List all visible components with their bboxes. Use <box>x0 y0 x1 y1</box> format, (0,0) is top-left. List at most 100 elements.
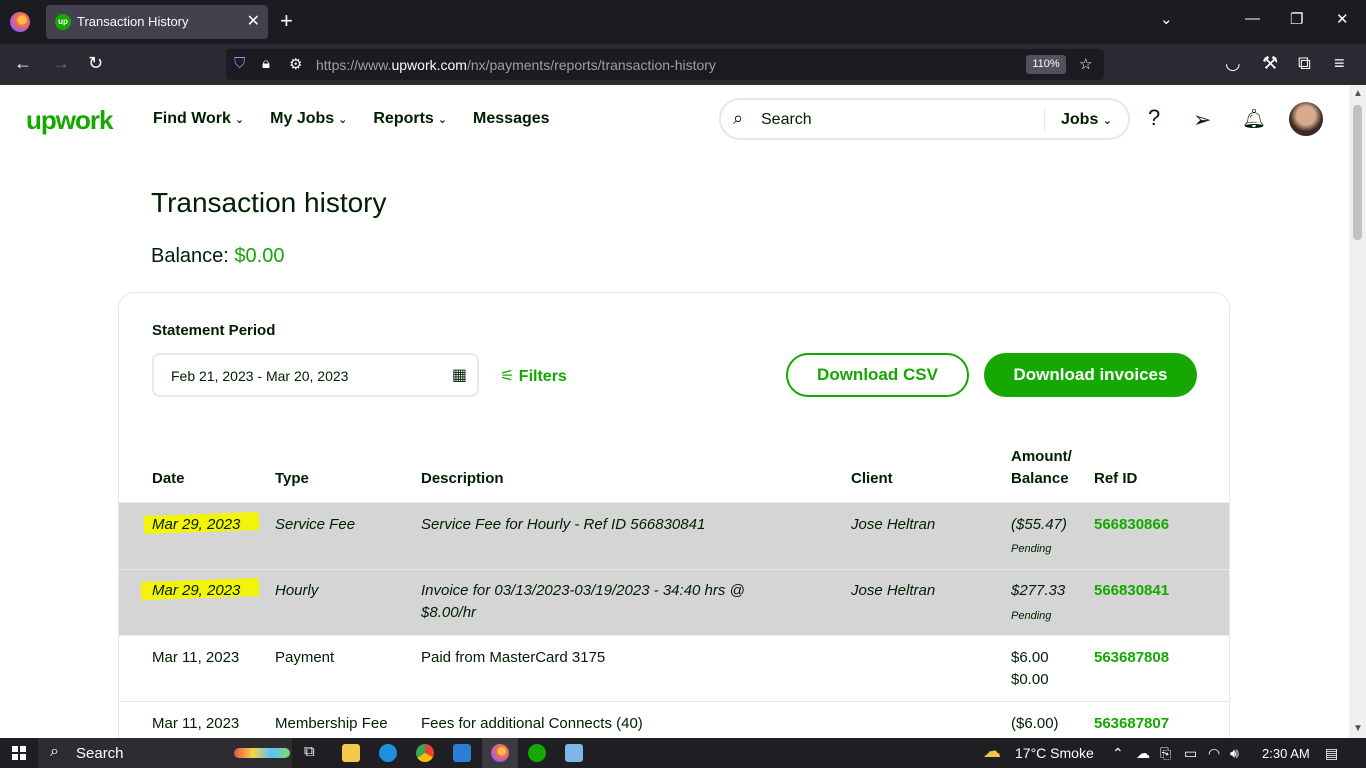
search-divider <box>1044 108 1045 132</box>
battery-icon[interactable]: ▭ <box>1184 745 1197 762</box>
row-ref-link[interactable]: 566830841 <box>1094 580 1169 602</box>
row-type: Membership Fee <box>275 715 388 732</box>
row-ref-link[interactable]: 566830866 <box>1094 514 1169 536</box>
balance-label: Balance: <box>151 245 229 267</box>
tray-chevron-icon[interactable]: ⌃ <box>1112 745 1124 762</box>
upwork-taskbar-icon[interactable] <box>528 744 546 762</box>
scroll-down-icon[interactable]: ▼ <box>1353 723 1363 734</box>
table-row[interactable]: Mar 11, 2023 Membership Fee Fees for add… <box>119 701 1229 738</box>
meet-icon[interactable]: ⎘ <box>1160 745 1171 762</box>
row-amount: ($6.00) <box>1011 715 1059 732</box>
notepad-icon[interactable] <box>565 744 583 762</box>
row-type: Payment <box>275 649 335 666</box>
nav-label: Reports <box>373 110 434 127</box>
page-scrollbar[interactable]: ▲ ▼ <box>1349 85 1366 738</box>
url-text[interactable]: https://www.upwork.com/nx/payments/repor… <box>316 57 716 73</box>
tab-list-chevron-icon[interactable]: ⌄ <box>1160 10 1173 28</box>
windows-start-icon[interactable] <box>12 746 26 760</box>
help-icon[interactable]: ? <box>1148 105 1160 131</box>
row-description: Service Fee for Hourly - Ref ID 56683084… <box>421 516 706 533</box>
forward-icon[interactable]: → <box>52 53 70 74</box>
header-client: Client <box>851 470 893 487</box>
avatar[interactable] <box>1289 102 1323 136</box>
lock-icon[interactable]: 🔒︎ <box>262 55 270 72</box>
nav-messages[interactable]: Messages <box>473 110 550 128</box>
browser-tab[interactable]: up Transaction History ✕ <box>46 5 268 39</box>
direct-contracts-icon[interactable]: ➢ <box>1193 107 1211 133</box>
task-view-icon[interactable]: ⧉ <box>304 743 315 760</box>
chevron-down-icon: ⌄ <box>1102 115 1113 127</box>
download-csv-button[interactable]: Download CSV <box>786 353 969 397</box>
firefox-icon[interactable] <box>10 12 30 32</box>
onedrive-icon[interactable]: ☁ <box>1136 745 1150 762</box>
balance: Balance: $0.00 <box>151 245 284 268</box>
row-description: Fees for additional Connects (40) <box>421 715 643 732</box>
reload-icon[interactable]: ↻ <box>88 53 103 74</box>
back-icon[interactable]: ← <box>14 53 32 74</box>
permissions-icon[interactable]: ⚙ <box>289 55 302 73</box>
filters-button[interactable]: ⚟ Filters <box>500 366 567 386</box>
search-scope-dropdown[interactable]: Jobs ⌄ <box>1061 111 1112 129</box>
calendar-icon[interactable]: ▦ <box>452 365 467 385</box>
minimize-icon[interactable]: — <box>1245 10 1260 27</box>
notifications-icon[interactable]: ▤ <box>1325 745 1338 762</box>
upwork-logo[interactable]: upwork <box>26 105 113 136</box>
header-date: Date <box>152 470 185 487</box>
row-description: Invoice for 03/13/2023-03/19/2023 - 34:4… <box>421 582 745 599</box>
shield-icon[interactable]: ⛉ <box>234 55 245 72</box>
row-client: Jose Heltran <box>851 582 936 599</box>
scroll-up-icon[interactable]: ▲ <box>1353 88 1363 99</box>
table-row[interactable]: Mar 29, 2023 Service Fee Service Fee for… <box>119 502 1229 569</box>
close-window-icon[interactable]: ✕ <box>1336 10 1349 28</box>
row-ref-link[interactable]: 563687807 <box>1094 713 1169 735</box>
volume-icon[interactable]: 🔊︎ <box>1230 745 1239 762</box>
wrench-icon[interactable]: ⚒ <box>1262 53 1278 74</box>
bookmark-star-icon[interactable]: ☆ <box>1079 55 1092 73</box>
weather-icon[interactable]: ☁ <box>983 741 1001 762</box>
row-ref-link[interactable]: 563687808 <box>1094 647 1169 669</box>
firefox-taskbar-icon[interactable] <box>491 744 509 762</box>
zoom-level[interactable]: 110% <box>1026 55 1066 74</box>
table-row[interactable]: Mar 29, 2023 Hourly Invoice for 03/13/20… <box>119 569 1229 636</box>
restore-icon[interactable]: ❐ <box>1290 10 1303 28</box>
taskbar-search[interactable]: ⌕ Search <box>38 738 292 768</box>
vscode-icon[interactable] <box>453 744 471 762</box>
weather-text[interactable]: 17°C Smoke <box>1015 745 1094 761</box>
taskbar-search-label: Search <box>76 745 124 762</box>
search-bar[interactable]: ⌕ Search Jobs ⌄ <box>719 98 1130 140</box>
extensions-icon[interactable]: ⧉ <box>1298 53 1311 74</box>
nav-reports[interactable]: Reports ⌄ <box>373 110 447 128</box>
file-explorer-icon[interactable] <box>342 744 360 762</box>
top-nav: Find Work ⌄ My Jobs ⌄ Reports ⌄ Messages <box>153 110 550 128</box>
nav-find-work[interactable]: Find Work ⌄ <box>153 110 244 128</box>
row-description-line2: $8.00/hr <box>421 604 477 621</box>
download-invoices-button[interactable]: Download invoices <box>984 353 1197 397</box>
row-description: Paid from MasterCard 3175 <box>421 649 606 666</box>
table-row[interactable]: Mar 11, 2023 Payment Paid from MasterCar… <box>119 635 1229 702</box>
clock[interactable]: 2:30 AM <box>1262 746 1310 761</box>
row-balance: $0.00 <box>1011 671 1049 688</box>
nav-my-jobs[interactable]: My Jobs ⌄ <box>270 110 347 128</box>
notifications-bell-icon[interactable]: 🔔︎ <box>1242 107 1266 131</box>
url-domain: upwork.com <box>391 57 467 73</box>
header-amount-balance: Amount/Balance <box>1011 446 1072 490</box>
pocket-icon[interactable]: ◡ <box>1225 53 1241 74</box>
url-path: /nx/payments/reports/transaction-history <box>466 57 716 73</box>
scroll-thumb[interactable] <box>1353 105 1362 240</box>
wifi-icon[interactable]: ◠ <box>1208 745 1220 762</box>
edge-icon[interactable] <box>379 744 397 762</box>
row-amount: $277.33 <box>1011 582 1066 599</box>
row-amount: $6.00 <box>1011 649 1049 666</box>
url-bar[interactable]: ⛉ 🔒︎ ⚙ https://www.upwork.com/nx/payment… <box>226 49 1104 80</box>
statement-period-picker[interactable]: Feb 21, 2023 - Mar 20, 2023 ▦ <box>152 353 479 397</box>
row-balance-status: Pending <box>1011 543 1052 555</box>
row-date: Mar 11, 2023 <box>152 715 240 732</box>
search-icon: ⌕ <box>50 743 59 760</box>
row-amount: ($55.47) <box>1011 516 1067 533</box>
nav-label: My Jobs <box>270 110 335 127</box>
new-tab-icon[interactable]: + <box>280 8 293 34</box>
chrome-icon[interactable] <box>416 744 434 762</box>
close-tab-icon[interactable]: ✕ <box>247 11 260 31</box>
menu-icon[interactable]: ≡ <box>1334 53 1345 74</box>
search-input[interactable]: Search <box>761 111 812 129</box>
